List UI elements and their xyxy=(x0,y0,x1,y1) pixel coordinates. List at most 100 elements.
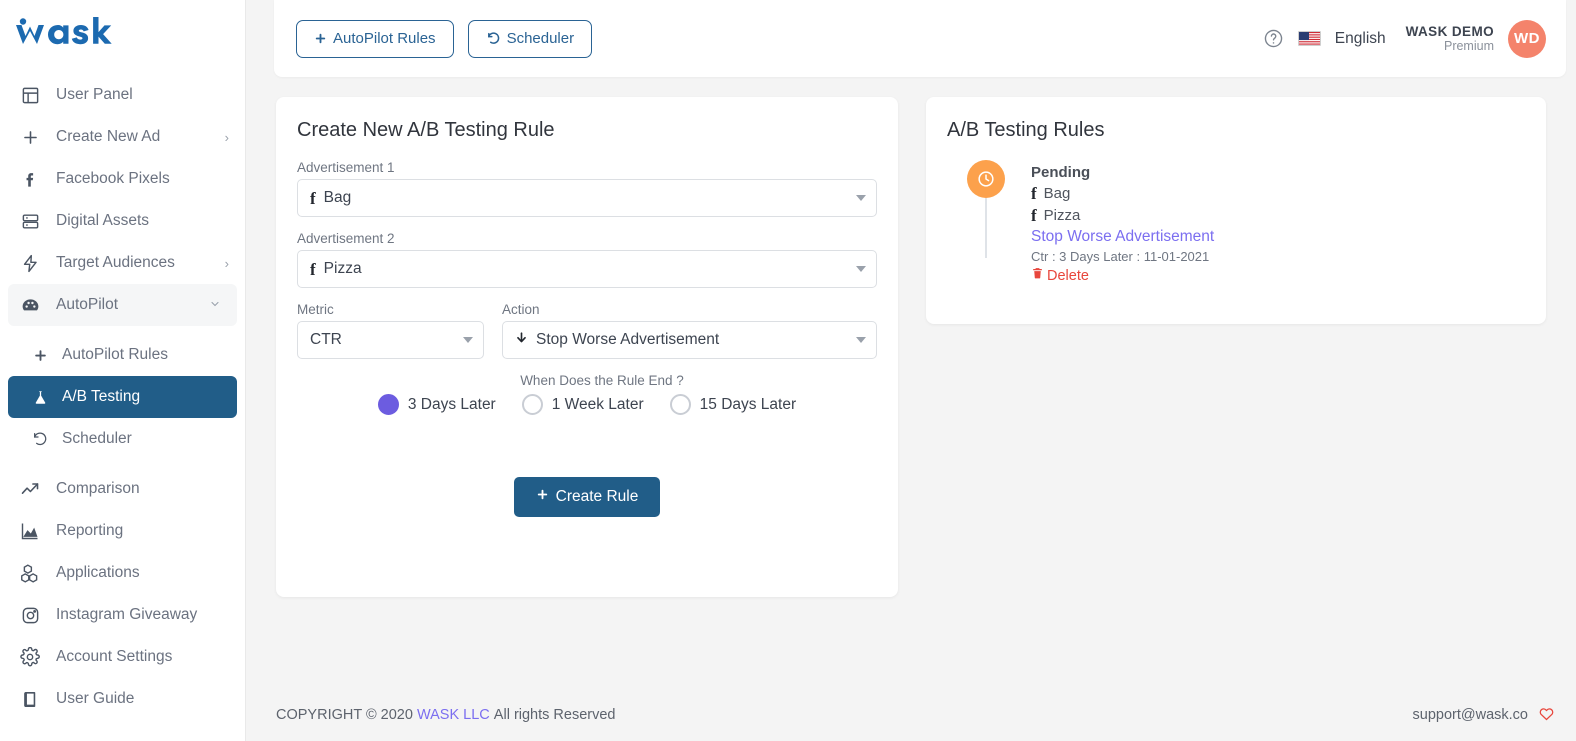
sidebar-item-label: Create New Ad xyxy=(56,128,161,145)
radio-1-week-later[interactable]: 1 Week Later xyxy=(521,394,644,415)
sidebar-item-label: Instagram Giveaway xyxy=(56,606,198,623)
chevron-down-icon xyxy=(856,266,866,272)
heart-icon xyxy=(1537,705,1556,726)
cubes-icon xyxy=(18,561,42,585)
area-chart-icon xyxy=(18,519,42,543)
sidebar-item-target-audiences[interactable]: Target Audiences › xyxy=(0,242,245,284)
advertisement-1-value-wrap: f Bag xyxy=(310,189,856,207)
sidebar-item-label: Scheduler xyxy=(62,430,132,447)
sidebar-item-label: Comparison xyxy=(56,480,140,497)
radio-dot xyxy=(377,394,399,415)
wask-logo-icon xyxy=(16,17,112,45)
book-icon xyxy=(18,687,42,711)
topbar: AutoPilot Rules Scheduler English WASK D… xyxy=(274,0,1566,77)
sidebar-item-autopilot[interactable]: AutoPilot xyxy=(8,284,237,326)
advertisement-1-select[interactable]: f Bag xyxy=(297,179,877,217)
trash-icon xyxy=(1031,266,1044,287)
sidebar-item-comparison[interactable]: Comparison xyxy=(0,468,245,510)
plus-icon xyxy=(536,488,549,506)
history-icon xyxy=(30,427,50,451)
footer-right: support@wask.co xyxy=(1413,705,1556,726)
sidebar-item-label: AutoPilot Rules xyxy=(62,346,168,363)
content-area: Create New A/B Testing Rule Advertisemen… xyxy=(246,77,1576,597)
sidebar-item-label: Target Audiences xyxy=(56,254,175,271)
sidebar-item-scheduler[interactable]: Scheduler xyxy=(0,418,245,460)
gear-icon xyxy=(18,645,42,669)
advertisement-1-label: Advertisement 1 xyxy=(297,160,395,175)
sidebar: User Panel Create New Ad › Facebook Pixe… xyxy=(0,0,246,741)
facebook-f-icon: f xyxy=(310,259,316,279)
support-email[interactable]: support@wask.co xyxy=(1413,707,1528,723)
create-rule-card: Create New A/B Testing Rule Advertisemen… xyxy=(276,97,898,597)
plus-icon xyxy=(18,125,42,149)
action-select[interactable]: Stop Worse Advertisement xyxy=(502,321,877,359)
sidebar-nav: User Panel Create New Ad › Facebook Pixe… xyxy=(0,62,245,720)
sidebar-item-autopilot-rules[interactable]: AutoPilot Rules xyxy=(0,334,245,376)
sidebar-item-facebook-pixels[interactable]: Facebook Pixels xyxy=(0,158,245,200)
rule-end-radio-group: 3 Days Later 1 Week Later 15 Days Later xyxy=(297,394,877,415)
rules-card-title: A/B Testing Rules xyxy=(947,119,1105,141)
arrow-down-icon xyxy=(515,330,528,350)
advertisement-2-value: Pizza xyxy=(323,260,362,277)
metric-select[interactable]: CTR xyxy=(297,321,484,359)
sidebar-item-label: User Panel xyxy=(56,86,133,103)
delete-rule-button[interactable]: Delete xyxy=(1031,266,1214,287)
account-info[interactable]: WASK DEMO Premium xyxy=(1406,24,1494,54)
action-field: Action Stop Worse Advertisement xyxy=(502,302,877,359)
server-icon xyxy=(18,209,42,233)
us-flag-icon[interactable] xyxy=(1297,31,1321,46)
advertisement-2-select[interactable]: f Pizza xyxy=(297,250,877,288)
chevron-right-icon: › xyxy=(224,255,229,271)
radio-label: 3 Days Later xyxy=(407,395,496,413)
language-selector[interactable]: English xyxy=(1335,30,1386,48)
sidebar-item-label: Applications xyxy=(56,564,140,581)
clock-icon xyxy=(967,160,1005,198)
sidebar-item-digital-assets[interactable]: Digital Assets xyxy=(0,200,245,242)
sidebar-item-label: AutoPilot xyxy=(56,296,119,313)
radio-label: 15 Days Later xyxy=(699,395,797,413)
avatar[interactable]: WD xyxy=(1508,19,1546,58)
rule-timeline-marker xyxy=(967,160,1031,287)
sidebar-item-create-new-ad[interactable]: Create New Ad › xyxy=(0,116,245,158)
sidebar-item-label: Account Settings xyxy=(56,648,173,665)
sidebar-item-instagram-giveaway[interactable]: Instagram Giveaway xyxy=(0,594,245,636)
sidebar-item-user-guide[interactable]: User Guide xyxy=(0,678,245,720)
rule-action-link[interactable]: Stop Worse Advertisement xyxy=(1031,226,1214,248)
autopilot-rules-button[interactable]: AutoPilot Rules xyxy=(296,19,454,58)
action-value-wrap: Stop Worse Advertisement xyxy=(515,330,856,350)
advertisement-2-field: Advertisement 2 f Pizza xyxy=(297,231,877,288)
speedometer-icon xyxy=(18,293,42,317)
sidebar-item-user-panel[interactable]: User Panel xyxy=(0,74,245,116)
sidebar-item-label: A/B Testing xyxy=(62,388,141,405)
radio-dot xyxy=(669,394,691,415)
metric-label: Metric xyxy=(297,302,334,317)
rule-ad-2: f Pizza xyxy=(1031,205,1214,226)
sidebar-item-label: Reporting xyxy=(56,522,124,539)
company-link[interactable]: WASK LLC xyxy=(417,707,490,723)
rule-meta: Ctr : 3 Days Later : 11-01-2021 xyxy=(1031,248,1210,264)
scheduler-button[interactable]: Scheduler xyxy=(467,19,593,58)
sidebar-item-reporting[interactable]: Reporting xyxy=(0,510,245,552)
submit-row: Create Rule xyxy=(297,477,877,517)
action-label: Action xyxy=(502,302,540,317)
sidebar-item-account-settings[interactable]: Account Settings xyxy=(0,636,245,678)
question-circle-icon[interactable] xyxy=(1263,28,1284,49)
sidebar-item-ab-testing[interactable]: A/B Testing xyxy=(8,376,237,418)
radio-3-days-later[interactable]: 3 Days Later xyxy=(377,394,496,415)
copyright-suffix: All rights Reserved xyxy=(493,707,616,723)
delete-label: Delete xyxy=(1047,268,1089,285)
main-area: AutoPilot Rules Scheduler English WASK D… xyxy=(246,0,1576,741)
chevron-down-icon xyxy=(209,298,221,312)
brand-logo[interactable] xyxy=(0,0,245,62)
timeline-connector xyxy=(985,198,987,258)
sidebar-item-applications[interactable]: Applications xyxy=(0,552,245,594)
rule-details: Pending f Bag f Pizza Stop Worse Adverti… xyxy=(1031,160,1214,287)
rule-end-question: When Does the Rule End ? xyxy=(520,373,684,388)
page-title: Create New A/B Testing Rule xyxy=(297,119,555,141)
app-root: User Panel Create New Ad › Facebook Pixe… xyxy=(0,0,1576,741)
account-plan: Premium xyxy=(1443,39,1494,54)
footer: COPYRIGHT © 2020 WASK LLC All rights Res… xyxy=(246,689,1576,741)
create-rule-button[interactable]: Create Rule xyxy=(513,477,661,517)
autopilot-rules-label: AutoPilot Rules xyxy=(333,30,436,47)
radio-15-days-later[interactable]: 15 Days Later xyxy=(669,394,797,415)
